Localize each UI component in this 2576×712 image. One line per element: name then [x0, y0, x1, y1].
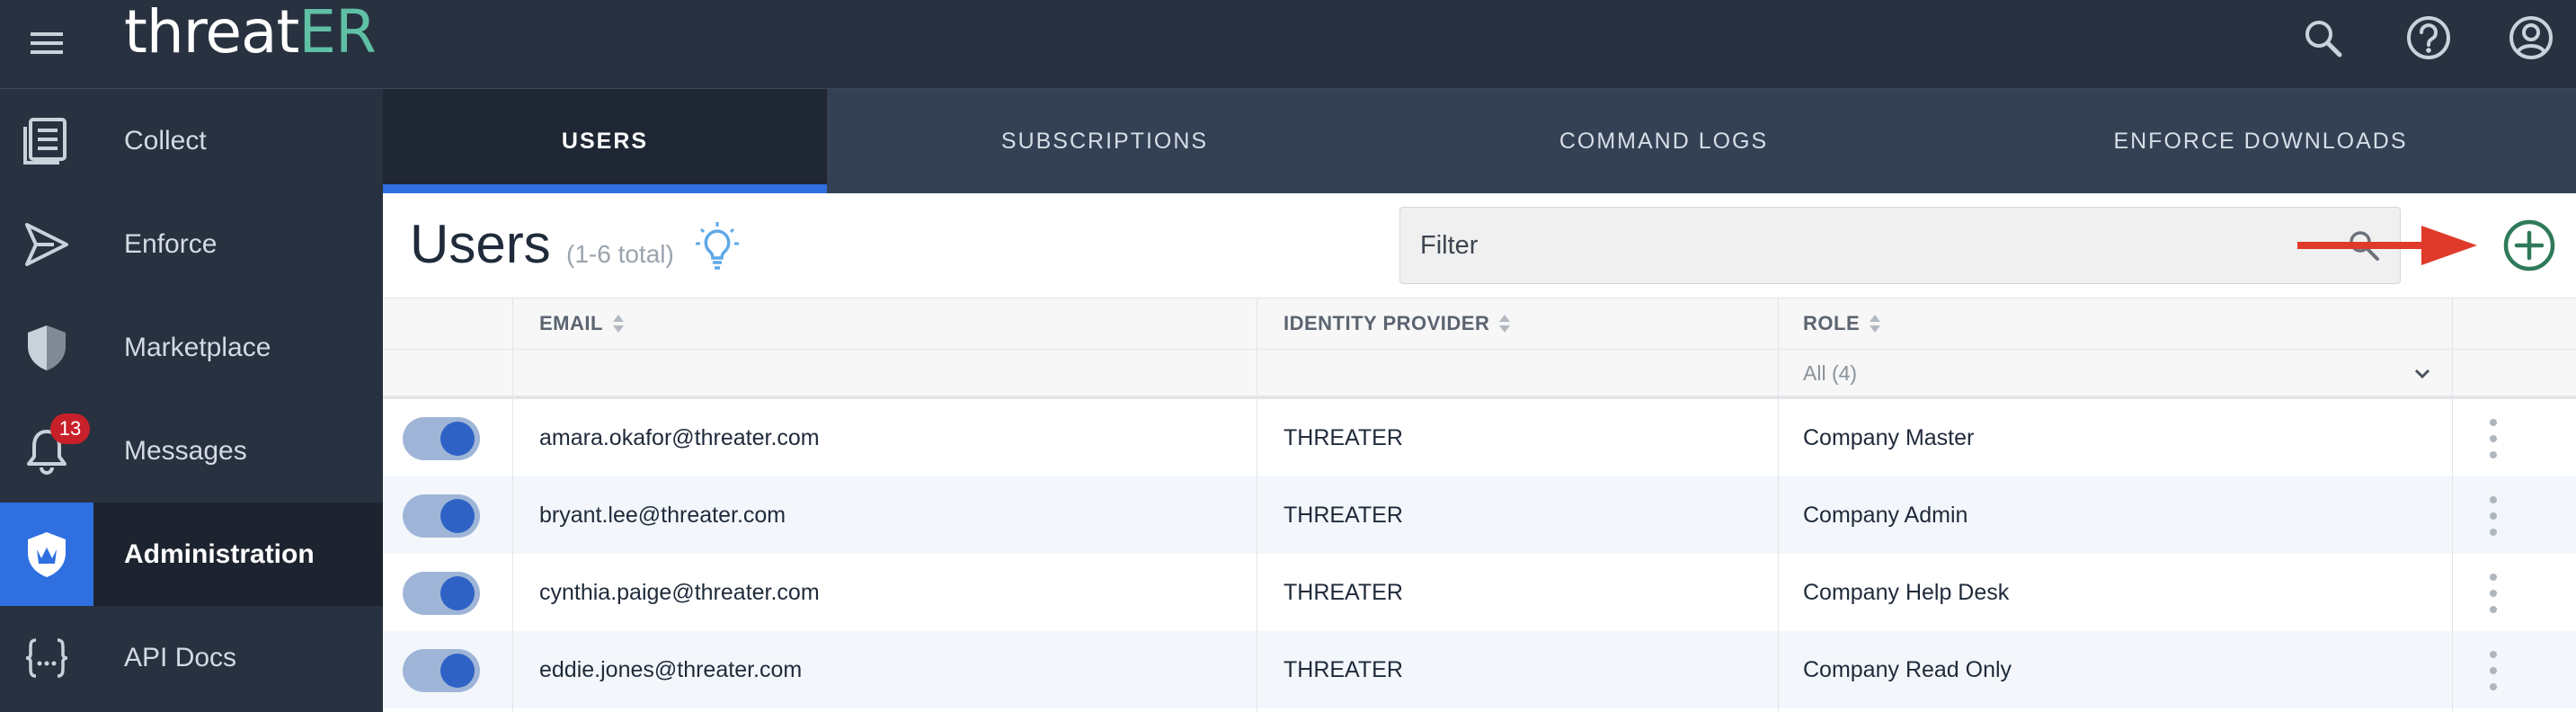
messages-count-badge: 13: [50, 414, 90, 444]
role-cell: Company Master: [1803, 424, 1975, 450]
row-actions-kebab-icon[interactable]: [2483, 496, 2504, 536]
table-row: eddie.jones@threater.com THREATER Compan…: [383, 631, 2576, 708]
add-user-button[interactable]: [2502, 218, 2556, 272]
braces-icon: [0, 606, 93, 709]
tab-subscriptions[interactable]: SUBSCRIPTIONS: [827, 89, 1382, 193]
sidebar-item-api-docs[interactable]: API Docs: [0, 606, 383, 709]
user-enabled-toggle[interactable]: [403, 649, 480, 692]
chevron-down-icon: [2414, 369, 2430, 379]
role-cell: Company Help Desk: [1803, 579, 2010, 605]
role-filter-select[interactable]: All (4): [1803, 350, 2432, 397]
sort-icon: [1870, 315, 1881, 333]
email-cell: eddie.jones@threater.com: [539, 656, 803, 682]
sort-icon: [612, 315, 624, 333]
row-actions-kebab-icon[interactable]: [2483, 574, 2504, 613]
logo-text-main: threat: [124, 0, 299, 67]
filter-input[interactable]: [1400, 208, 2400, 283]
role-cell: Company Admin: [1803, 502, 1968, 528]
sidebar-item-messages[interactable]: 13 Messages: [0, 399, 383, 503]
tab-enforce-downloads[interactable]: ENFORCE DOWNLOADS: [1945, 89, 2576, 193]
row-actions-kebab-icon[interactable]: [2483, 651, 2504, 690]
column-filter-row: All (4): [383, 349, 2576, 396]
annotation-arrow-icon: [2297, 220, 2477, 271]
shield-icon: [0, 296, 93, 399]
plus-circle-icon: [2503, 219, 2555, 271]
identity-provider-cell: THREATER: [1284, 579, 1403, 605]
email-cell: amara.okafor@threater.com: [539, 424, 820, 450]
sidebar-item-enforce[interactable]: Enforce: [0, 192, 383, 296]
admin-tabs: USERS SUBSCRIPTIONS COMMAND LOGS ENFORCE…: [383, 89, 2576, 193]
row-actions-kebab-icon[interactable]: [2483, 419, 2504, 458]
email-cell: cynthia.paige@threater.com: [539, 579, 820, 605]
sidebar-item-collect[interactable]: Collect: [0, 89, 383, 192]
search-icon[interactable]: [2297, 13, 2348, 63]
column-header-role[interactable]: ROLE: [1803, 298, 1881, 349]
identity-provider-cell: THREATER: [1284, 656, 1403, 682]
role-cell: Company Read Only: [1803, 656, 2012, 682]
column-header-label: ROLE: [1803, 312, 1861, 334]
enforce-send-icon: [0, 192, 93, 296]
sidebar-item-marketplace[interactable]: Marketplace: [0, 296, 383, 399]
filter-field[interactable]: [1399, 207, 2401, 284]
sidebar-item-label: API Docs: [124, 642, 237, 672]
user-enabled-toggle[interactable]: [403, 417, 480, 460]
column-header-label: EMAIL: [539, 312, 603, 334]
email-cell: bryant.lee@threater.com: [539, 502, 786, 528]
column-header-identity-provider[interactable]: IDENTITY PROVIDER: [1284, 298, 1511, 349]
table-row: bryant.lee@threater.com THREATER Company…: [383, 476, 2576, 554]
sidebar-item-label: Marketplace: [124, 332, 271, 362]
role-filter-value: All (4): [1803, 361, 1858, 385]
top-bar: threat ER: [0, 0, 2576, 89]
users-panel: Users (1-6 total) EMAIL IDENTITY PROVIDE…: [383, 193, 2576, 712]
help-icon[interactable]: [2403, 13, 2454, 63]
sidebar-item-label: Messages: [124, 435, 247, 466]
table-row: amara.okafor@threater.com THREATER Compa…: [383, 399, 2576, 476]
column-header-label: IDENTITY PROVIDER: [1284, 312, 1490, 334]
tab-users[interactable]: USERS: [383, 89, 827, 193]
identity-provider-cell: THREATER: [1284, 424, 1403, 450]
column-header-email[interactable]: EMAIL: [539, 298, 625, 349]
tab-command-logs[interactable]: COMMAND LOGS: [1382, 89, 1945, 193]
admin-shield-crown-icon: [0, 503, 93, 606]
identity-provider-cell: THREATER: [1284, 502, 1403, 528]
table-row: cynthia.paige@threater.com THREATER Comp…: [383, 554, 2576, 631]
sidebar: Collect Enforce Marketplace 13 Messages …: [0, 89, 383, 712]
threater-logo[interactable]: threat ER: [124, 0, 377, 68]
sidebar-item-label: Administration: [124, 538, 315, 569]
menu-icon[interactable]: [23, 23, 70, 63]
lightbulb-icon[interactable]: [694, 220, 741, 274]
sort-icon: [1499, 315, 1511, 333]
user-enabled-toggle[interactable]: [403, 572, 480, 615]
sidebar-item-administration[interactable]: Administration: [0, 503, 383, 606]
user-enabled-toggle[interactable]: [403, 494, 480, 538]
collect-list-icon: [0, 89, 93, 192]
sidebar-item-label: Collect: [124, 125, 207, 156]
sidebar-item-label: Enforce: [124, 228, 218, 259]
users-total-count: (1-6 total): [566, 240, 674, 268]
page-title: Users: [410, 214, 551, 274]
users-table-header: EMAIL IDENTITY PROVIDER ROLE All (4): [383, 298, 2576, 399]
logo-text-accent: ER: [298, 0, 377, 67]
account-icon[interactable]: [2506, 13, 2556, 63]
